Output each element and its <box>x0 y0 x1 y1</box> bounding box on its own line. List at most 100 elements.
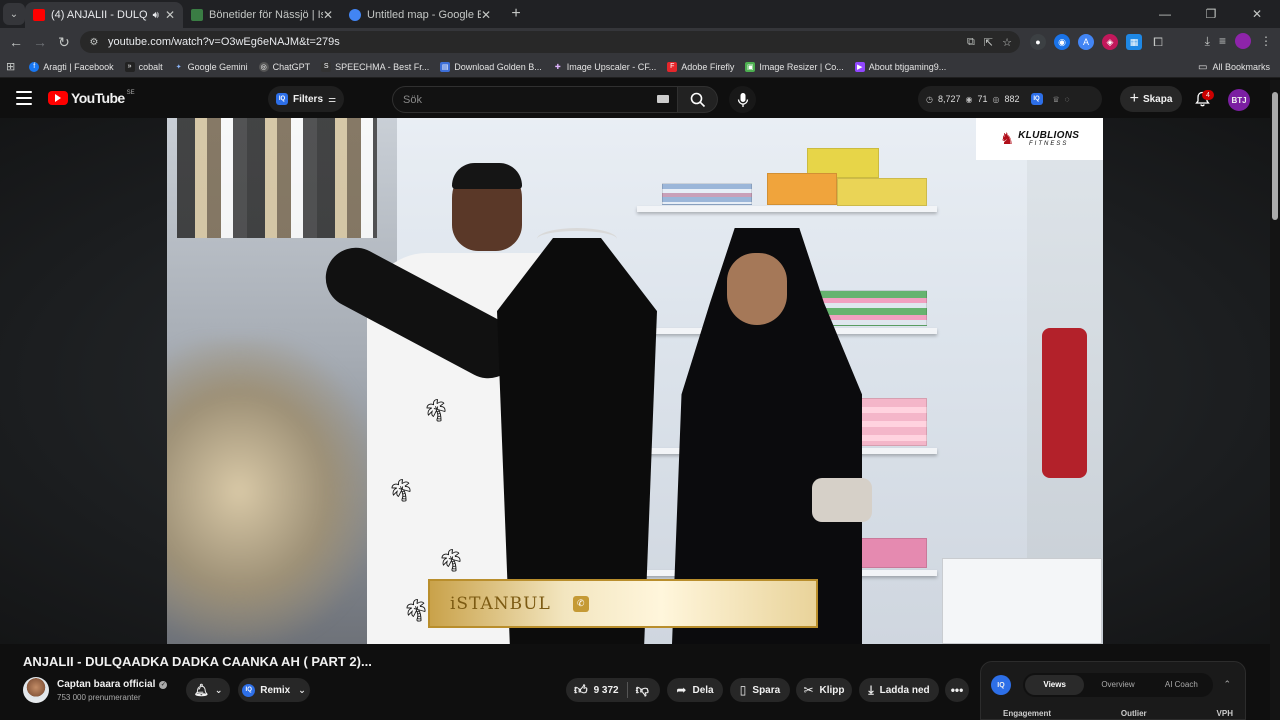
download-icon: ⤓ <box>868 682 874 697</box>
search-input[interactable]: Sök <box>392 86 678 113</box>
bell-icon: 🔔︎ <box>193 683 209 697</box>
bookmark-item[interactable]: » cobalt <box>124 61 163 72</box>
youtube-play-icon <box>48 91 68 105</box>
forward-icon[interactable]: → <box>28 34 52 50</box>
extensions-puzzle-icon[interactable]: ⧠ <box>1150 34 1166 50</box>
scrollbar-thumb[interactable] <box>1272 92 1278 220</box>
bookmark-item[interactable]: ✦ Google Gemini <box>174 62 248 72</box>
search-button[interactable] <box>678 86 718 113</box>
bookmark-item[interactable]: ✚ Image Upscaler - CF... <box>553 62 656 72</box>
vidiq-metric-headers: Engagement Outlier VPH <box>1003 709 1233 718</box>
sponsor-logo-overlay: ♞ KLUBLIONS FITNESS <box>976 118 1103 160</box>
remix-button[interactable]: IQ Remix ⌄ <box>238 678 310 702</box>
download-button[interactable]: ⤓ Ladda ned <box>859 678 939 702</box>
all-bookmarks[interactable]: ▭ All Bookmarks <box>1198 56 1270 78</box>
create-button[interactable]: + Skapa <box>1120 86 1182 112</box>
profile-avatar-icon[interactable] <box>1235 33 1251 49</box>
youtube-masthead: YouTube SE IQ Filters ⚌ Sök ◷ 8,727 ◉ 71 ◎… <box>0 80 1280 118</box>
open-in-app-icon[interactable]: ⇱ <box>984 36 993 49</box>
youtube-favicon-icon <box>33 9 45 21</box>
tab-views[interactable]: Views <box>1025 675 1085 695</box>
iq-icon: IQ <box>276 93 288 105</box>
close-window-icon[interactable]: ✕ <box>1234 0 1280 28</box>
voice-search-button[interactable] <box>729 86 756 113</box>
sponsor-lower-third: iSTANBUL ✆ <box>428 579 818 628</box>
handbag <box>812 478 872 522</box>
share-button[interactable]: ➦ Dela <box>667 678 723 702</box>
tab-title: Bönetider för Nässjö | Islam.nu <box>209 9 323 21</box>
bookmark-item[interactable]: ◎ ChatGPT <box>258 61 310 72</box>
save-button[interactable]: ▯ Spara <box>730 678 790 702</box>
youtube-logo[interactable]: YouTube SE <box>48 90 135 106</box>
plus-icon: + <box>1129 90 1139 107</box>
video-player[interactable]: 🌴︎ 🌴︎ 🌴︎ 🌴︎ 🌴︎ ♞ KLUBLIONS FITNESS iSTAN… <box>167 118 1103 644</box>
site-info-icon[interactable]: ⚙ <box>86 37 102 48</box>
share-arrow-icon: ➦ <box>676 683 687 697</box>
account-avatar[interactable]: BTJ <box>1228 89 1250 111</box>
tab-search-chevron-icon[interactable]: ⌄ <box>3 3 25 25</box>
close-tab-icon[interactable]: ✕ <box>165 8 175 22</box>
reading-list-icon[interactable]: ≡ <box>1219 34 1226 48</box>
collapse-chevron-icon[interactable]: ⌃ <box>1223 679 1231 690</box>
browser-tab-youtube[interactable]: (4) ANJALII - DULQAADKA DA 🔊︎ ✕ <box>25 2 183 28</box>
reload-icon[interactable]: ↻ <box>52 34 76 51</box>
translate-icon[interactable]: ⧉ <box>967 36 975 49</box>
palm-print-icon: 🌴︎ <box>422 398 450 423</box>
chatgpt-icon: ◎ <box>258 61 269 72</box>
palm-print-icon: 🌴︎ <box>402 598 430 623</box>
tab-overview[interactable]: Overview <box>1088 675 1147 695</box>
bookmark-star-icon[interactable]: ☆ <box>1002 36 1012 49</box>
shoe-box <box>767 173 837 205</box>
keyboard-icon[interactable] <box>657 95 669 103</box>
like-button[interactable]: 👍︎ 9 372 <box>574 682 619 698</box>
image-resizer-icon: ▣ <box>745 61 756 72</box>
bookmark-item[interactable]: S SPEECHMA - Best Fr... <box>321 61 429 72</box>
speaker-icon[interactable]: 🔊︎ <box>153 10 159 21</box>
bookmark-item[interactable]: ▣ Image Resizer | Co... <box>745 61 844 72</box>
channel-avatar[interactable] <box>23 677 49 703</box>
dislike-button[interactable]: 👎︎ <box>636 682 649 698</box>
extension-2-icon[interactable]: ◉ <box>1054 34 1070 50</box>
vph-header: VPH <box>1216 709 1233 718</box>
more-actions-button[interactable]: ••• <box>945 678 969 702</box>
back-icon[interactable]: ← <box>4 34 28 50</box>
browser-tab-google-earth[interactable]: Untitled map - Google Earth ✕ <box>341 2 499 28</box>
bookmark-item[interactable]: ▤ Download Golden B... <box>440 61 542 72</box>
url-text: youtube.com/watch?v=O3wEg6eNAJM&t=279s <box>108 36 340 48</box>
facebook-icon: f <box>29 61 40 72</box>
extension-3-icon[interactable]: A <box>1078 34 1094 50</box>
hamburger-menu-icon[interactable] <box>16 91 32 105</box>
lion-logo-icon: ♞ <box>999 131 1015 148</box>
thumbs-up-icon: 👍︎ <box>574 682 588 697</box>
bookmark-item[interactable]: F Adobe Firefly <box>667 61 734 72</box>
tab-title: Untitled map - Google Earth <box>367 9 481 21</box>
page-scrollbar[interactable] <box>1270 80 1280 720</box>
search-icon <box>690 92 705 107</box>
extension-5-icon[interactable]: ▦ <box>1126 34 1142 50</box>
man-head <box>452 163 522 251</box>
clip-button[interactable]: ✂ Klipp <box>796 678 852 702</box>
extension-1-icon[interactable]: ● <box>1030 34 1046 50</box>
subscribe-bell-button[interactable]: 🔔︎ ⌄ <box>186 678 230 702</box>
close-tab-icon[interactable]: ✕ <box>481 8 491 22</box>
close-tab-icon[interactable]: ✕ <box>323 8 333 22</box>
extension-4-icon[interactable]: ◈ <box>1102 34 1118 50</box>
outlier-header: Outlier <box>1120 709 1147 718</box>
bookmark-item[interactable]: f Aragti | Facebook <box>29 61 114 72</box>
clock-icon: ◷ <box>926 94 933 104</box>
menu-kebab-icon[interactable]: ⋮ <box>1260 34 1272 48</box>
browser-tab-islam[interactable]: Bönetider för Nässjö | Islam.nu ✕ <box>183 2 341 28</box>
bookmark-item[interactable]: ▶ About btjgaming9... <box>854 61 946 72</box>
channel-stats-pill[interactable]: ◷ 8,727 ◉ 71 ◎ 882 IQ ♕ ◌ <box>918 86 1102 112</box>
new-tab-icon[interactable]: + <box>505 5 527 23</box>
folded-clothes <box>857 538 927 568</box>
restore-icon[interactable]: ❐ <box>1188 0 1234 28</box>
minimize-icon[interactable]: — <box>1142 0 1188 28</box>
filters-button[interactable]: IQ Filters ⚌ <box>268 86 345 112</box>
gemini-icon: ✦ <box>175 63 182 71</box>
download-icon[interactable]: ⤓ <box>1205 34 1210 49</box>
apps-grid-icon[interactable]: ⊞ <box>6 60 15 73</box>
channel-name[interactable]: Captan baara official ✓ <box>57 679 168 690</box>
address-bar[interactable]: ⚙ youtube.com/watch?v=O3wEg6eNAJM&t=279s… <box>80 31 1020 53</box>
tab-ai-coach[interactable]: AI Coach <box>1152 675 1211 695</box>
